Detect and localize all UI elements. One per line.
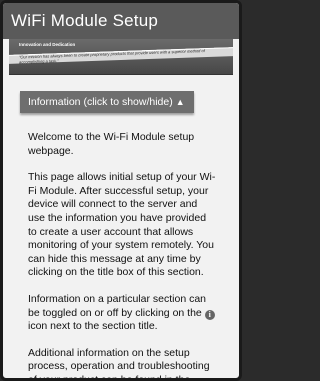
information-toggle-button[interactable]: Information (click to show/hide) ▲ (20, 91, 194, 113)
page-title: WiFi Module Setup (3, 3, 239, 39)
additional-info-paragraph: Additional information on the setup proc… (28, 346, 210, 381)
banner-kicker: Innovation and Dedication (19, 42, 76, 47)
information-text: Welcome to the Wi-Fi Module setup webpag… (20, 131, 222, 381)
main-content: Information (click to show/hide) ▲ Welco… (6, 75, 236, 378)
welcome-paragraph: Welcome to the Wi-Fi Module setup webpag… (28, 131, 195, 157)
toggle-help-text-start: Information on a particular section can … (28, 292, 207, 319)
toggle-help-paragraph: Information on a particular section can … (20, 293, 222, 334)
screen: WiFi Module Setup Innovation and Dedicat… (0, 0, 242, 381)
info-icon: i (204, 309, 215, 320)
collapse-arrow-icon: ▲ (175, 97, 185, 107)
setup-description-paragraph: This page allows initial setup of your W… (28, 171, 216, 279)
toggle-help-text-end: icon next to the section title. (28, 320, 158, 333)
information-toggle-label: Information (click to show/hide) (28, 96, 173, 108)
banner-mission-text: "Our mission has always been to create p… (18, 48, 205, 65)
mission-banner: Innovation and Dedication "Our mission h… (9, 39, 233, 75)
